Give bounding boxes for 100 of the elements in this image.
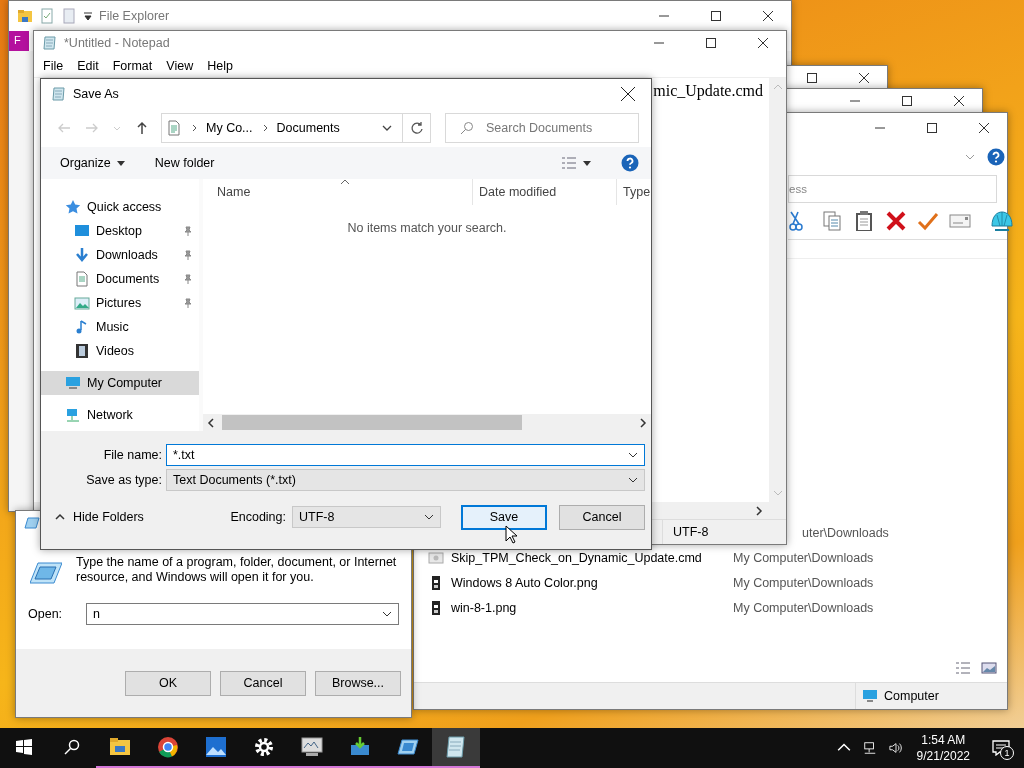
window-title: File Explorer: [99, 9, 170, 23]
scroll-right-icon[interactable]: [638, 417, 648, 428]
close-icon: [758, 38, 768, 48]
dialog-button[interactable]: Cancel: [220, 670, 306, 696]
menu-item[interactable]: File: [36, 59, 71, 73]
status-location: Computer: [884, 689, 939, 703]
close-icon: [954, 96, 964, 106]
menu-item[interactable]: View: [159, 59, 201, 73]
maximize-icon: [711, 11, 721, 21]
column-header[interactable]: Date modified: [473, 179, 617, 205]
dialog-button[interactable]: OK: [125, 670, 211, 696]
photos-icon: [204, 735, 228, 759]
monitor-icon: [300, 735, 324, 759]
search-field[interactable]: Search Documents: [445, 113, 639, 143]
file-name[interactable]: Skip_TPM_Check_on_Dynamic_Update.cmd: [451, 550, 726, 565]
menu-item[interactable]: Help: [200, 59, 240, 73]
scroll-left-icon[interactable]: [206, 417, 216, 428]
help-icon[interactable]: [621, 154, 639, 172]
star-icon: [65, 199, 81, 215]
chevron-down-icon[interactable]: [382, 123, 392, 133]
breadcrumb-item[interactable]: My Co...: [206, 121, 253, 135]
file-location: My Computer\Downloads: [733, 600, 874, 615]
computer-icon: [862, 688, 878, 704]
breadcrumb-item[interactable]: Documents: [276, 121, 340, 135]
network-icon[interactable]: [862, 741, 877, 755]
document-icon: [166, 120, 182, 136]
file-name-label: File name:: [102, 447, 162, 462]
refresh-button[interactable]: [403, 113, 431, 143]
close-icon: [979, 123, 989, 133]
pin-icon[interactable]: [183, 226, 193, 236]
navigation-item[interactable]: Downloads: [41, 243, 199, 267]
speaker-icon[interactable]: [888, 741, 903, 755]
maximize-icon: [902, 96, 912, 106]
notepad-icon: [42, 35, 58, 51]
address-bar[interactable]: My Co... Documents: [161, 113, 403, 143]
navigation-item[interactable]: Quick access: [41, 195, 199, 219]
file-name[interactable]: win-8-1.png: [451, 600, 726, 615]
folder-icon[interactable]: [17, 8, 33, 24]
notification-button[interactable]: 1: [978, 728, 1024, 768]
horizontal-scrollbar[interactable]: [203, 414, 651, 431]
file-location: My Computer\Downloads: [733, 575, 874, 590]
dialog-title: Save As: [73, 87, 119, 101]
notification-icon: [992, 740, 1010, 756]
organize-menu[interactable]: Organize: [60, 156, 111, 170]
file-location: My Computer\Downloads: [733, 550, 874, 565]
encoding-label: Encoding:: [230, 510, 286, 524]
text-line: mic_Update.cmd: [653, 82, 763, 99]
run-icon: [24, 515, 40, 531]
taskbar-app-icon[interactable]: [432, 728, 480, 768]
navigation-item[interactable]: Documents: [41, 267, 199, 291]
encoding-dropdown[interactable]: UTF-8: [292, 506, 441, 528]
navigation-item[interactable]: Music: [41, 315, 199, 339]
file-location: uter\Downloads: [802, 525, 889, 540]
file-name-field[interactable]: *.txt: [166, 443, 645, 466]
navigation-item[interactable]: My Computer: [41, 371, 199, 395]
column-header[interactable]: Type: [617, 179, 651, 205]
scroll-right-icon[interactable]: [754, 505, 764, 516]
save-as-type-dropdown[interactable]: Text Documents (*.txt): [166, 468, 645, 491]
shell-icon[interactable]: [991, 210, 1013, 232]
file-tab[interactable]: F: [9, 31, 29, 51]
clock[interactable]: 1:54 AM 9/21/2022: [908, 732, 978, 764]
hide-folders-button[interactable]: Hide Folders: [41, 510, 144, 524]
dropdown-arrow-icon[interactable]: [116, 159, 125, 167]
dropdown-arrow-icon[interactable]: [583, 159, 591, 167]
navigation-item[interactable]: Videos: [41, 339, 199, 363]
delete-icon[interactable]: [885, 210, 907, 232]
checkmark-icon[interactable]: [917, 210, 939, 232]
menu-item[interactable]: Edit: [70, 59, 106, 73]
dropdown-icon[interactable]: [83, 11, 93, 21]
up-arrow-icon[interactable]: [135, 121, 149, 135]
navigation-item[interactable]: Desktop: [41, 219, 199, 243]
picture-icon: [74, 295, 90, 311]
maximize-icon: [807, 73, 817, 83]
pin-icon[interactable]: [183, 274, 193, 284]
download-arrow-icon: [74, 247, 90, 263]
dialog-button[interactable]: Browse...: [315, 670, 401, 696]
thumbnail-view-icon[interactable]: [981, 660, 997, 676]
save-as-type-label: Save as type:: [85, 472, 162, 487]
file-name[interactable]: Windows 8 Auto Color.png: [451, 575, 726, 590]
dialog-button[interactable]: Save: [461, 504, 547, 530]
new-folder-button[interactable]: New folder: [154, 156, 215, 170]
pin-icon[interactable]: [183, 250, 193, 260]
column-header[interactable]: Name: [203, 179, 473, 205]
copy-icon[interactable]: [821, 210, 843, 232]
empty-message: No items match your search.: [347, 221, 507, 235]
notepad-icon: [444, 735, 468, 759]
open-field[interactable]: n: [86, 603, 399, 625]
notepad-icon: [51, 86, 67, 102]
refresh-icon: [409, 121, 424, 135]
clipboard-icon[interactable]: [853, 210, 875, 232]
navigation-item[interactable]: Network: [41, 403, 199, 427]
help-icon[interactable]: [987, 148, 1005, 166]
encoding-status: UTF-8: [662, 520, 783, 544]
close-icon: [859, 73, 869, 83]
settings-icon: [252, 735, 276, 759]
dialog-button[interactable]: Cancel: [559, 504, 645, 530]
address-field[interactable]: ess: [788, 175, 997, 203]
menu-item[interactable]: Format: [105, 59, 160, 73]
pin-icon[interactable]: [183, 298, 193, 308]
navigation-item[interactable]: Pictures: [41, 291, 199, 315]
